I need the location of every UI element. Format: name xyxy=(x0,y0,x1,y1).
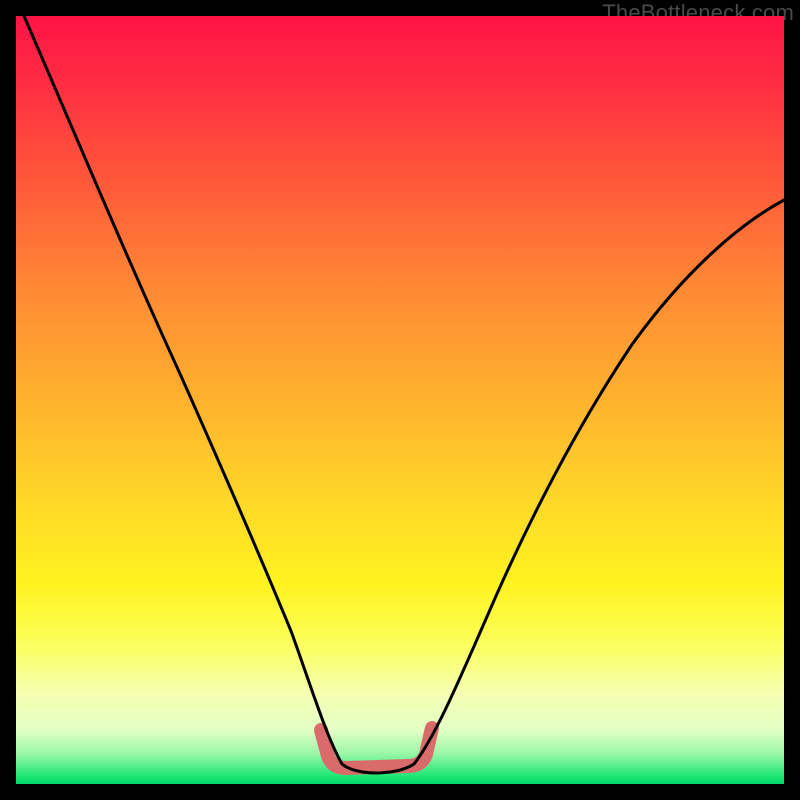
curve-layer xyxy=(16,16,784,784)
bottleneck-curve xyxy=(24,16,784,773)
chart-frame: TheBottleneck.com xyxy=(0,0,800,800)
plot-area xyxy=(16,16,784,784)
